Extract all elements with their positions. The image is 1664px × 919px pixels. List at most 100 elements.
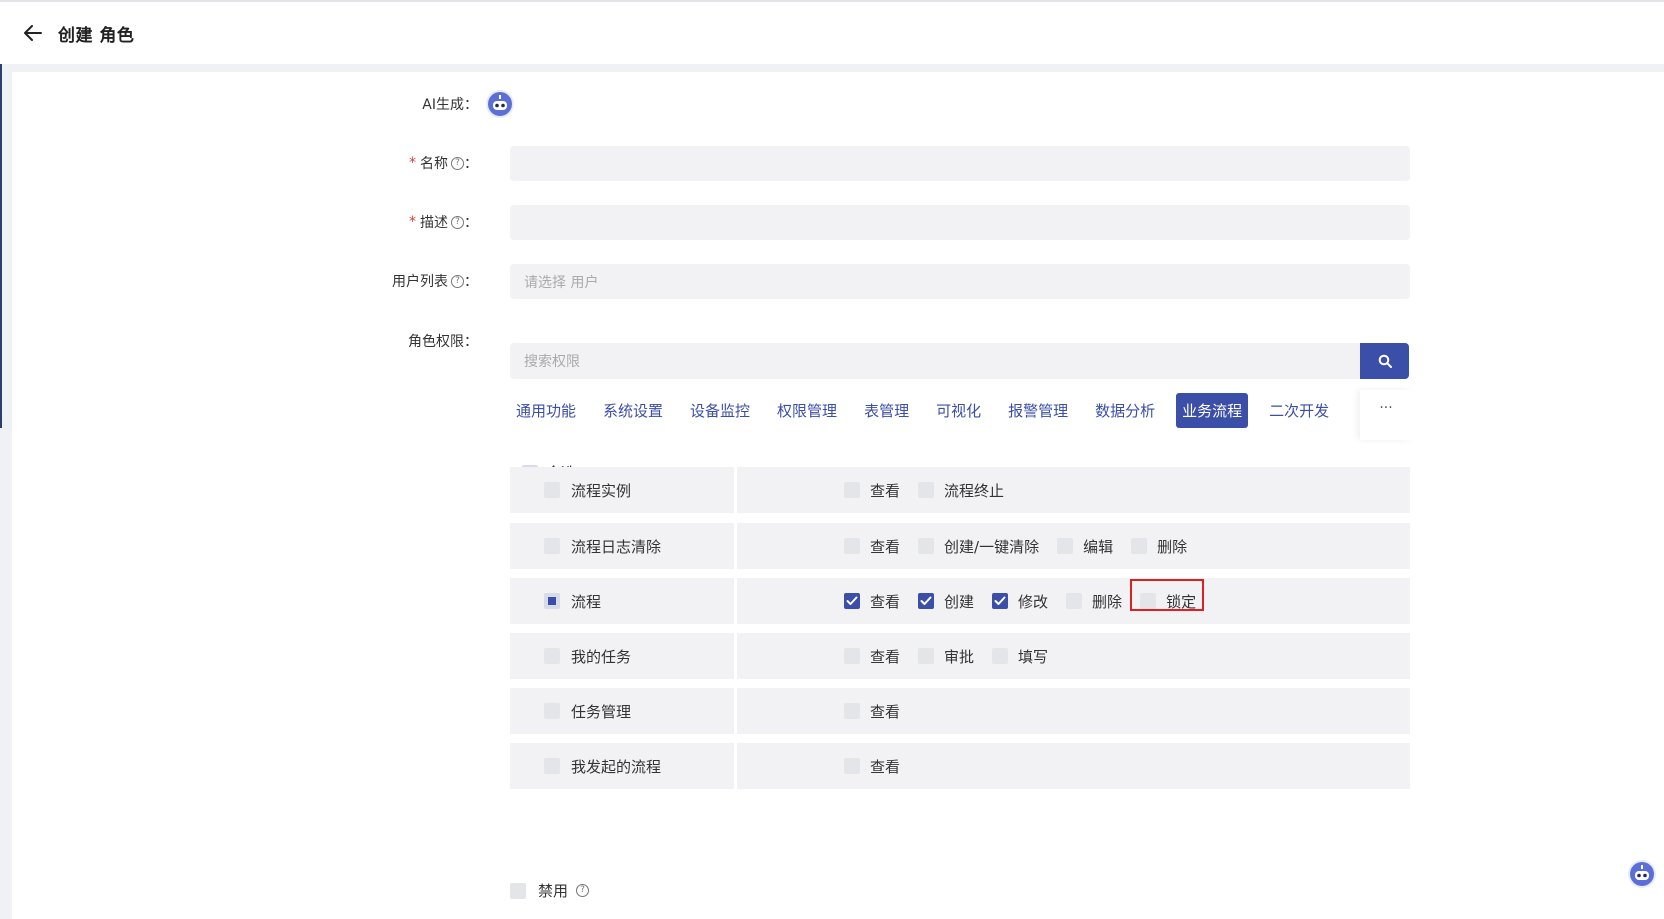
permission-checkbox[interactable] — [918, 648, 935, 664]
help-icon[interactable]: ? — [451, 156, 464, 170]
permission-label: 删除 — [1157, 537, 1188, 556]
permission-label: 流程终止 — [944, 481, 1005, 500]
permission-label: 创建/一键清除 — [944, 537, 1040, 556]
tab-item[interactable]: 通用功能 — [510, 393, 582, 428]
user-list-label: 用户列表?： — [360, 271, 478, 291]
permission-checkbox[interactable] — [1131, 538, 1148, 554]
permission-option[interactable]: 查看 — [844, 646, 900, 667]
permission-option[interactable]: 锁定 — [1130, 578, 1205, 612]
permission-label: 删除 — [1092, 592, 1123, 611]
row-module-cell: 流程实例 — [510, 467, 734, 513]
permission-label: 查看 — [870, 757, 901, 776]
tab-item[interactable]: 设备监控 — [684, 393, 756, 428]
disable-option[interactable]: 禁用 ? — [510, 880, 590, 901]
module-name: 流程实例 — [571, 481, 632, 500]
permission-option[interactable]: 查看 — [844, 701, 900, 722]
permission-checkbox[interactable] — [844, 648, 860, 664]
module-name: 流程 — [571, 592, 602, 611]
module-checkbox[interactable] — [544, 758, 560, 774]
permission-checkbox[interactable] — [918, 482, 935, 498]
description-input[interactable] — [510, 205, 1410, 240]
table-row: 流程日志清除 查看 创建/一键清除 编辑 删除 — [510, 523, 1410, 569]
permission-checkbox[interactable] — [992, 648, 1009, 664]
permission-option[interactable]: 修改 — [992, 591, 1048, 612]
colon: ： — [464, 274, 478, 290]
tab-item[interactable]: 可视化 — [930, 393, 987, 428]
tab-item[interactable]: 权限管理 — [771, 393, 843, 428]
highlight-box — [1130, 578, 1205, 611]
module-checkbox[interactable] — [544, 648, 560, 664]
permission-checkbox[interactable] — [1057, 538, 1074, 554]
permission-checkbox[interactable] — [1066, 593, 1083, 609]
permission-search-placeholder: 搜索权限 — [524, 354, 580, 370]
role-permission-label: 角色权限： — [360, 331, 478, 351]
tab-item[interactable]: 业务流程 — [1176, 392, 1249, 428]
permission-checkbox[interactable] — [844, 593, 860, 609]
permission-label: 创建 — [944, 592, 975, 611]
user-select[interactable]: 请选择 用户 — [510, 264, 1410, 299]
disable-checkbox[interactable] — [510, 882, 526, 899]
permission-checkbox[interactable] — [844, 703, 860, 719]
tab-item[interactable]: 数据分析 — [1089, 393, 1161, 428]
permission-checkbox[interactable] — [844, 482, 860, 498]
description-label-text: 描述 — [420, 215, 448, 231]
permission-checkbox[interactable] — [918, 593, 935, 609]
permission-option[interactable]: 创建 — [918, 591, 974, 612]
tab-item[interactable]: 报警管理 — [1002, 393, 1074, 428]
row-permissions-cell: 查看 审批 填写 — [737, 633, 1410, 679]
assistant-robot-icon[interactable] — [1628, 860, 1656, 888]
permission-option[interactable]: 审批 — [918, 646, 974, 667]
permission-search-input[interactable]: 搜索权限 — [510, 343, 1360, 379]
module-checkbox[interactable] — [544, 538, 560, 554]
permission-label: 查看 — [870, 481, 901, 500]
ai-generate-label-text: AI生成： — [422, 97, 478, 113]
permission-checkbox[interactable] — [844, 538, 860, 554]
disable-label: 禁用 — [538, 882, 569, 900]
row-permissions-cell: 查看 — [737, 743, 1410, 789]
permission-option[interactable]: 查看 — [844, 756, 900, 777]
permission-option[interactable]: 查看 — [844, 536, 900, 557]
permission-checkbox[interactable] — [918, 538, 935, 554]
permission-label: 编辑 — [1083, 537, 1114, 556]
module-checkbox[interactable] — [544, 482, 560, 498]
left-edge-divider — [0, 64, 2, 428]
colon: ： — [464, 215, 478, 231]
more-tabs-button[interactable]: ··· — [1360, 390, 1412, 440]
permission-checkbox[interactable] — [844, 758, 860, 774]
permission-checkbox[interactable] — [992, 593, 1009, 609]
permission-option[interactable]: 查看 — [844, 591, 900, 612]
name-input[interactable] — [510, 146, 1410, 181]
back-arrow-icon[interactable] — [22, 22, 44, 44]
help-icon[interactable]: ? — [576, 884, 590, 897]
permission-option[interactable]: 编辑 — [1057, 536, 1113, 557]
tab-item[interactable]: 表管理 — [858, 393, 915, 428]
permission-label: 审批 — [944, 647, 975, 666]
table-row: 流程 查看 创建 修改 删除 锁定 — [510, 578, 1410, 624]
tab-item[interactable]: 系统设置 — [597, 393, 669, 428]
tab-item[interactable]: 二次开发 — [1263, 393, 1335, 428]
permission-label: 查看 — [870, 592, 901, 611]
module-checkbox[interactable] — [544, 703, 560, 719]
help-icon[interactable]: ? — [451, 274, 464, 288]
row-permissions-cell: 查看 创建/一键清除 编辑 删除 — [737, 523, 1410, 569]
ai-robot-icon[interactable] — [486, 90, 514, 118]
help-icon[interactable]: ? — [451, 215, 464, 229]
module-name: 我的任务 — [571, 647, 632, 666]
table-row: 我的任务 查看 审批 填写 — [510, 633, 1410, 679]
more-icon: ··· — [1379, 400, 1393, 416]
permission-option[interactable]: 查看 — [844, 480, 900, 501]
permission-label: 修改 — [1018, 592, 1049, 611]
module-checkbox[interactable] — [544, 593, 560, 609]
permission-option[interactable]: 删除 — [1131, 536, 1187, 557]
permission-option[interactable]: 删除 — [1066, 591, 1122, 612]
colon: ： — [464, 156, 478, 172]
module-name: 我发起的流程 — [571, 757, 662, 776]
permission-option[interactable]: 创建/一键清除 — [918, 536, 1039, 557]
checkmark-icon — [994, 596, 1006, 605]
permission-option[interactable]: 填写 — [992, 646, 1048, 667]
search-button[interactable] — [1360, 343, 1409, 379]
module-name: 流程日志清除 — [571, 537, 662, 556]
permission-label: 查看 — [870, 537, 901, 556]
permission-option[interactable]: 流程终止 — [918, 480, 1004, 501]
table-row: 流程实例 查看 流程终止 — [510, 467, 1410, 513]
